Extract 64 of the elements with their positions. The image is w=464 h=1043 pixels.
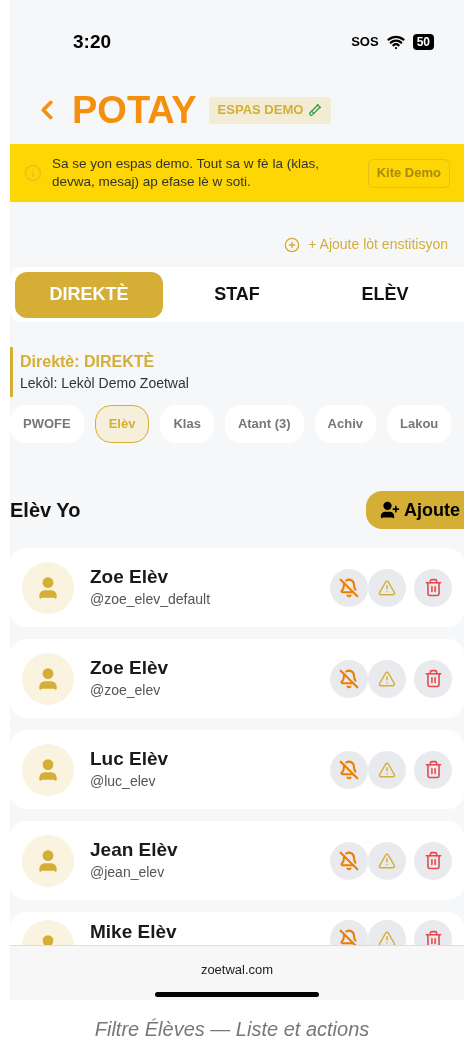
crossed-bell-icon bbox=[339, 929, 359, 945]
student-card[interactable]: Zoe Elèv @zoe_elev bbox=[10, 639, 464, 718]
demo-badge-label: ESPAS DEMO bbox=[217, 101, 304, 120]
delete-button[interactable] bbox=[414, 659, 452, 698]
warning-icon bbox=[378, 851, 396, 870]
filter-chip[interactable]: Atant (3) bbox=[224, 405, 304, 443]
app-title: POTAY bbox=[72, 91, 197, 129]
student-handle: @zoe_elev_default bbox=[90, 589, 212, 609]
delete-button[interactable] bbox=[414, 841, 452, 880]
warning-icon bbox=[378, 669, 396, 688]
tab[interactable]: ELÈV bbox=[311, 271, 459, 318]
info-icon bbox=[24, 164, 42, 182]
student-name: Mike Elèv bbox=[90, 920, 178, 944]
filter-chip[interactable]: Klas bbox=[160, 405, 214, 443]
wifi-icon bbox=[386, 33, 405, 51]
crossed-bell-icon bbox=[339, 668, 359, 689]
tab[interactable]: STAF bbox=[163, 271, 311, 318]
disable-button[interactable] bbox=[330, 659, 368, 698]
disable-button[interactable] bbox=[330, 750, 368, 789]
status-time: 3:20 bbox=[73, 29, 112, 54]
student-handle: @jean_elev bbox=[90, 862, 166, 882]
trash-icon bbox=[423, 851, 443, 870]
student-card[interactable]: Luc Elèv @luc_elev bbox=[10, 730, 464, 809]
warning-button[interactable] bbox=[368, 568, 406, 607]
battery-indicator: 50 bbox=[412, 34, 434, 50]
trash-icon bbox=[423, 929, 443, 945]
student-name: Jean Elèv bbox=[90, 838, 179, 862]
warning-icon bbox=[378, 760, 396, 779]
add-student-button[interactable]: Ajoute bbox=[366, 491, 464, 529]
delete-button[interactable] bbox=[414, 568, 452, 607]
director-title: Direktè: DIREKTÈ bbox=[20, 351, 156, 372]
student-name: Zoe Elèv bbox=[90, 565, 170, 589]
trash-icon bbox=[423, 760, 443, 779]
crossed-bell-icon bbox=[339, 577, 359, 598]
warning-icon bbox=[378, 930, 396, 945]
warning-button[interactable] bbox=[368, 750, 406, 789]
student-name: Zoe Elèv bbox=[90, 656, 170, 680]
warning-button[interactable] bbox=[368, 659, 406, 698]
student-handle: @luc_elev bbox=[90, 771, 157, 791]
student-name: Luc Elèv bbox=[90, 747, 170, 771]
add-person-icon bbox=[380, 500, 400, 520]
disable-button[interactable] bbox=[330, 841, 368, 880]
trash-icon bbox=[423, 669, 443, 688]
sos-indicator: SOS bbox=[351, 33, 379, 52]
warning-icon bbox=[378, 578, 396, 597]
school-name: Lekòl: Lekòl Demo Zoetwal bbox=[20, 374, 190, 393]
student-card[interactable]: Mike Elèv bbox=[10, 912, 464, 945]
banner-text: Sa se yon espas demo. Tout sa w fè la (klas, devwa, mesaj) ap efase lè w soti. bbox=[52, 155, 320, 191]
delete-button[interactable] bbox=[414, 750, 452, 789]
crossed-bell-icon bbox=[339, 759, 359, 780]
disable-button[interactable] bbox=[330, 568, 368, 607]
caption: Filtre Élèves — Liste et actions bbox=[94, 1017, 370, 1042]
filter-chip[interactable]: PWOFE bbox=[10, 405, 84, 443]
crossed-bell-icon bbox=[339, 850, 359, 871]
plus-circle-icon bbox=[284, 236, 301, 253]
student-handle: @zoe_elev bbox=[90, 680, 162, 700]
filter-chip[interactable]: Lakou bbox=[387, 405, 452, 443]
warning-button[interactable] bbox=[368, 841, 406, 880]
section-title: Elèv Yo bbox=[10, 498, 81, 523]
site-url: zoetwal.com bbox=[200, 961, 274, 979]
trash-icon bbox=[423, 578, 443, 597]
student-card[interactable]: Zoe Elèv @zoe_elev_default bbox=[10, 548, 464, 627]
student-card[interactable]: Jean Elèv @jean_elev bbox=[10, 821, 464, 900]
filter-chip[interactable]: Achiv bbox=[314, 405, 376, 443]
